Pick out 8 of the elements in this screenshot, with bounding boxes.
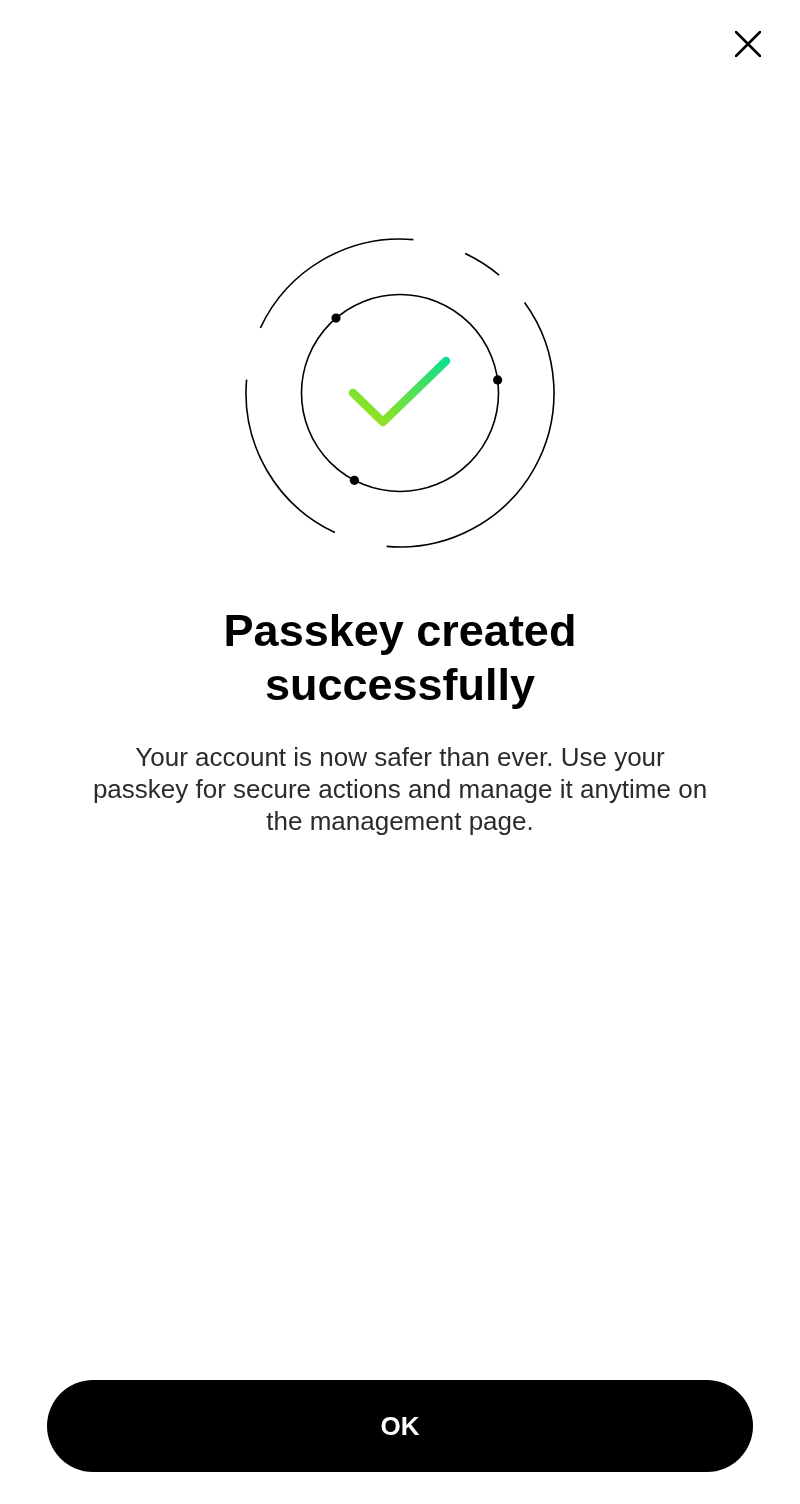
orbit-dot-icon xyxy=(349,475,359,485)
success-message: Your account is now safer than ever. Use your passkey for secure actions and manage it anytime on the management page. xyxy=(91,741,709,837)
orbit-dot-icon xyxy=(331,313,341,323)
close-icon xyxy=(735,31,761,57)
ok-button[interactable]: OK xyxy=(47,1380,753,1472)
success-title: Passkey created successfully xyxy=(222,604,578,712)
orbit-dot-icon xyxy=(493,375,503,385)
check-icon xyxy=(348,356,451,427)
